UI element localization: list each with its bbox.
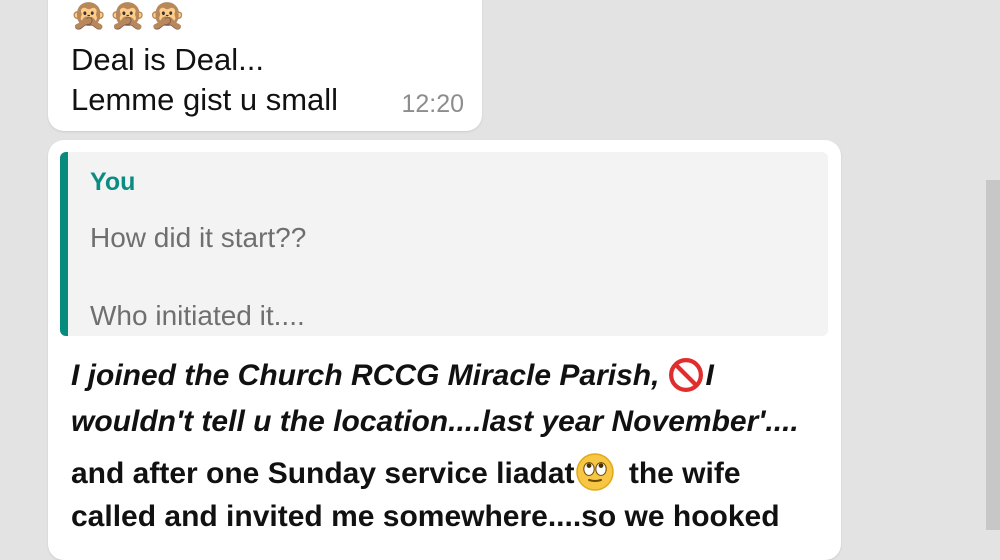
- message-body-line-1-part-1: I joined the Church RCCG Miracle Parish,: [71, 358, 660, 392]
- message-bubble-incoming[interactable]: 🙊🙊🙊 Deal is Deal... Lemme gist u small 1…: [48, 0, 482, 131]
- message-bubble-reply[interactable]: You How did it start?? Who initiated it.…: [48, 140, 841, 560]
- no-entry-icon: [669, 358, 704, 392]
- message-body-line-4: called and invited me somewhere....so we…: [71, 500, 780, 533]
- message-text-line-2: Lemme gist u small: [71, 82, 339, 117]
- message-text-line-1: Deal is Deal...: [71, 42, 264, 77]
- quoted-author: You: [90, 168, 136, 196]
- message-body-line-2: wouldn't tell u the location....last yea…: [71, 405, 799, 438]
- message-body-line-1: I joined the Church RCCG Miracle Parish,…: [71, 358, 714, 396]
- quoted-text-line-1: How did it start??: [90, 222, 307, 253]
- message-body-line-3-part-1: and after one Sunday service liadat: [71, 456, 575, 490]
- quoted-text-line-2: Who initiated it....: [90, 300, 305, 331]
- message-body-line-3: and after one Sunday service liadat the …: [71, 452, 741, 498]
- chat-scrollbar[interactable]: [986, 180, 1000, 530]
- message-timestamp: 12:20: [401, 90, 464, 118]
- rolling-eyes-emoji-icon: [575, 452, 615, 492]
- message-body-line-1-part-2: I: [705, 358, 714, 392]
- message-body-line-3-part-2: the wife: [620, 456, 741, 490]
- monkey-emoji-row: 🙊🙊🙊: [70, 0, 189, 32]
- quoted-reply-box[interactable]: You How did it start?? Who initiated it.…: [60, 152, 828, 336]
